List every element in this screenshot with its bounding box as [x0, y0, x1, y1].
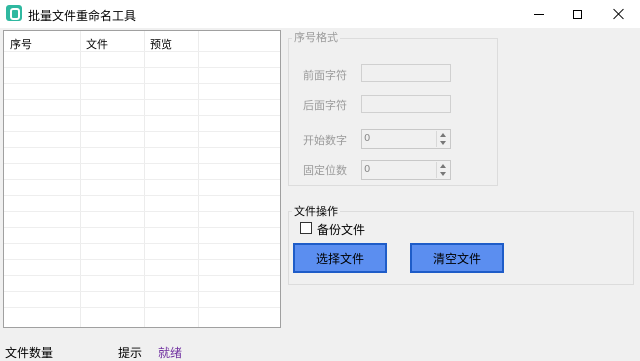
maximize-button[interactable]: [554, 0, 600, 28]
column-header-preview[interactable]: 预览: [150, 36, 172, 52]
title-bar: 批量文件重命名工具: [0, 0, 640, 28]
chevron-down-icon[interactable]: [440, 141, 446, 145]
file-list[interactable]: 序号 文件 预览: [3, 30, 281, 328]
app-icon: [6, 5, 22, 21]
row-divider: [4, 211, 280, 212]
window-title: 批量文件重命名工具: [28, 9, 137, 23]
tip-label: 提示: [118, 346, 143, 360]
chevron-down-icon[interactable]: [440, 172, 446, 176]
digits-label: 固定位数: [303, 164, 347, 177]
row-divider: [4, 307, 280, 308]
list-header: 序号 文件 预览: [4, 31, 280, 51]
row-divider: [4, 259, 280, 260]
chevron-up-icon[interactable]: [440, 164, 446, 168]
backup-label[interactable]: 备份文件: [317, 221, 365, 238]
close-button[interactable]: [596, 0, 640, 28]
row-divider: [4, 179, 280, 180]
prefix-input[interactable]: [361, 64, 451, 82]
digits-stepper[interactable]: 0: [361, 160, 451, 180]
suffix-label: 后面字符: [303, 99, 347, 112]
row-divider: [4, 147, 280, 148]
digits-value: 0: [364, 164, 371, 175]
start-number-value: 0: [364, 133, 371, 144]
maximize-icon: [572, 9, 582, 19]
file-ops-title: 文件操作: [292, 203, 340, 219]
row-divider: [4, 115, 280, 116]
start-number-stepper[interactable]: 0: [361, 129, 451, 149]
row-divider: [4, 83, 280, 84]
row-divider: [4, 291, 280, 292]
chevron-up-icon[interactable]: [440, 133, 446, 137]
row-divider: [4, 67, 280, 68]
row-divider: [4, 99, 280, 100]
row-divider: [4, 243, 280, 244]
row-divider: [4, 227, 280, 228]
suffix-input[interactable]: [361, 95, 451, 113]
close-icon: [613, 8, 625, 20]
clear-files-button[interactable]: 清空文件: [410, 243, 504, 273]
row-divider: [4, 195, 280, 196]
column-header-file[interactable]: 文件: [86, 36, 108, 52]
row-divider: [4, 275, 280, 276]
row-divider: [4, 163, 280, 164]
column-header-index[interactable]: 序号: [10, 36, 32, 52]
row-divider: [4, 131, 280, 132]
prefix-label: 前面字符: [303, 69, 347, 82]
start-number-spin[interactable]: [436, 131, 449, 147]
row-divider: [4, 51, 280, 52]
digits-spin[interactable]: [436, 162, 449, 178]
backup-checkbox[interactable]: [300, 222, 312, 234]
minimize-icon: [534, 13, 544, 15]
select-files-button[interactable]: 选择文件: [293, 243, 387, 273]
sequence-format-title: 序号格式: [292, 29, 340, 45]
tip-value: 就绪: [158, 346, 183, 360]
start-number-label: 开始数字: [303, 134, 347, 147]
file-count-label: 文件数量: [5, 346, 54, 360]
